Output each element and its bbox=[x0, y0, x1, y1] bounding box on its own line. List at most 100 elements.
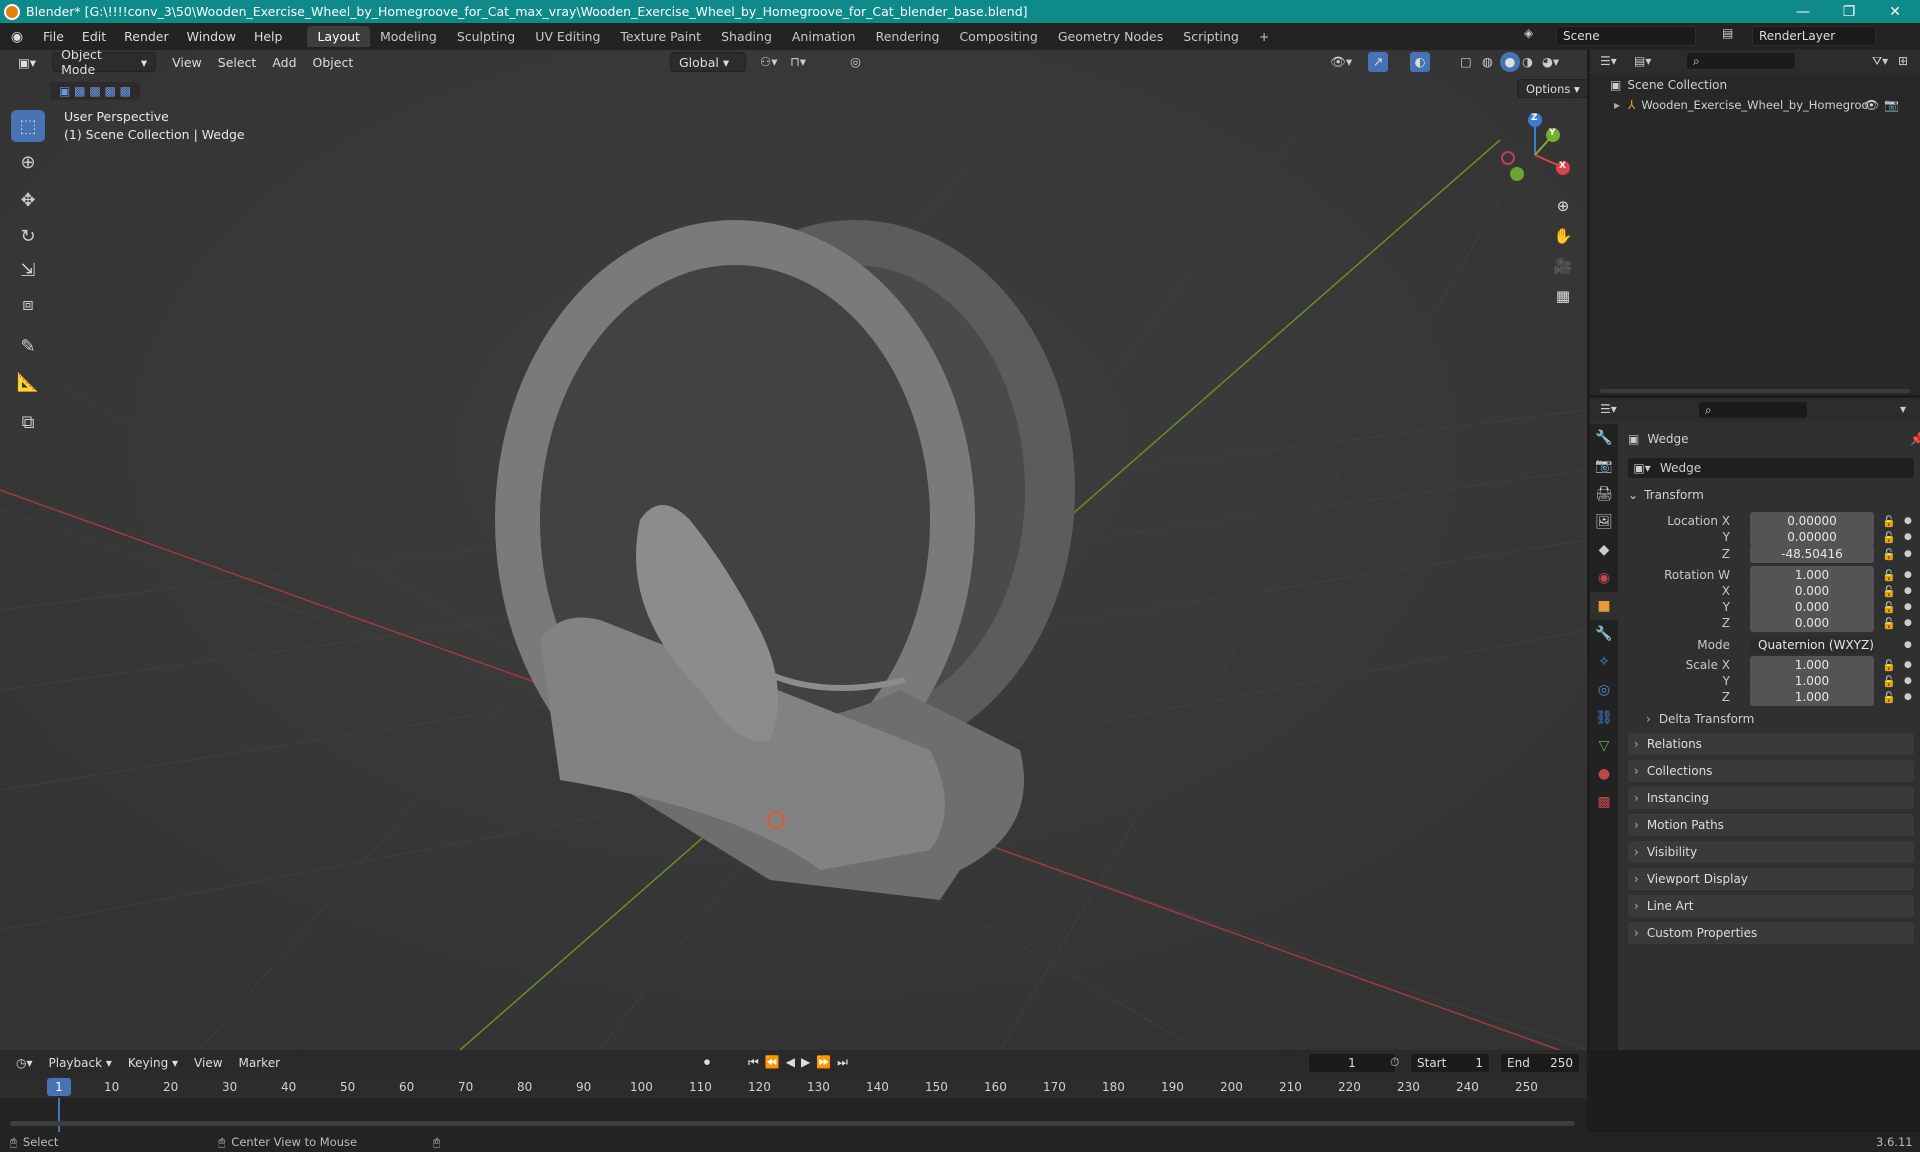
texture-tab-icon[interactable]: ▩ bbox=[1590, 788, 1618, 816]
measure-tool-icon[interactable]: 📐 bbox=[11, 366, 45, 398]
tab-uv-editing[interactable]: UV Editing bbox=[525, 26, 610, 47]
outliner-scrollbar[interactable] bbox=[1600, 389, 1910, 393]
lock-icon[interactable]: 🔓 bbox=[1882, 585, 1896, 598]
end-frame-field[interactable]: End 250 bbox=[1500, 1053, 1580, 1073]
material-tab-icon[interactable]: ● bbox=[1590, 760, 1618, 788]
lock-icon[interactable]: 🔓 bbox=[1882, 548, 1896, 561]
frame-ruler[interactable]: 1 10 20 30 40 50 60 70 80 90 100 110 120… bbox=[0, 1076, 1587, 1098]
keyframe-dot-icon[interactable]: ● bbox=[1904, 549, 1912, 559]
outliner-search-input[interactable]: ⌕ bbox=[1686, 52, 1796, 70]
lock-icon[interactable]: 🔓 bbox=[1882, 531, 1896, 544]
selection-mode-buttons[interactable]: ▣ ▩ ▩ ▩ ▩ bbox=[50, 82, 140, 100]
render-tab-icon[interactable]: 📷 bbox=[1590, 452, 1618, 480]
filter-icon[interactable]: ⛛▾ bbox=[1872, 54, 1888, 69]
menu-marker[interactable]: Marker bbox=[231, 1053, 288, 1073]
lock-icon[interactable]: 🔓 bbox=[1882, 569, 1896, 582]
menu-help[interactable]: Help bbox=[245, 29, 292, 44]
render-camera-icon[interactable]: 📷 bbox=[1884, 98, 1899, 112]
keyframe-dot-icon[interactable]: ● bbox=[1904, 676, 1912, 686]
outliner-scene-collection[interactable]: ▣ Scene Collection bbox=[1610, 78, 1727, 92]
particles-tab-icon[interactable]: ✧ bbox=[1590, 648, 1618, 676]
transform-panel-header[interactable]: ⌄ Transform bbox=[1628, 488, 1914, 502]
solid-shading-icon[interactable]: ● bbox=[1500, 52, 1520, 72]
transform-orientation-selector[interactable]: Global ▾ bbox=[670, 52, 746, 72]
pivot-icon[interactable]: ⚇▾ bbox=[760, 54, 777, 69]
pan-hand-icon[interactable]: ✋ bbox=[1550, 223, 1576, 249]
viewport-scene[interactable] bbox=[0, 50, 1587, 1050]
lock-icon[interactable]: 🔓 bbox=[1882, 691, 1896, 704]
panel-custom-properties[interactable]: › Custom Properties bbox=[1628, 922, 1914, 944]
menu-playback[interactable]: Playback ▾ bbox=[41, 1053, 120, 1073]
outliner-editor-icon[interactable]: ☰▾ bbox=[1600, 54, 1617, 68]
tab-rendering[interactable]: Rendering bbox=[866, 26, 950, 47]
expand-arrow-icon[interactable]: ▸ bbox=[1614, 98, 1620, 112]
visibility-icon[interactable]: 👁▾ bbox=[1330, 54, 1352, 70]
rotate-tool-icon[interactable]: ↻ bbox=[11, 220, 45, 252]
material-shading-icon[interactable]: ◑ bbox=[1522, 54, 1533, 69]
lock-icon[interactable]: 🔓 bbox=[1882, 617, 1896, 630]
timeline-editor-icon[interactable]: ◷▾ bbox=[8, 1053, 41, 1073]
menu-window[interactable]: Window bbox=[178, 29, 245, 44]
object-tab-icon[interactable]: ■ bbox=[1590, 592, 1618, 620]
options-button[interactable]: Options ▾ bbox=[1517, 79, 1587, 98]
keyframe-dot-icon[interactable]: ● bbox=[1904, 660, 1912, 670]
menu-edit[interactable]: Edit bbox=[73, 29, 115, 44]
visibility-eye-icon[interactable]: 👁 bbox=[1864, 98, 1879, 112]
overlay-toggle-icon[interactable]: ◐ bbox=[1410, 52, 1430, 72]
lock-icon[interactable]: 🔓 bbox=[1882, 675, 1896, 688]
properties-options-icon[interactable]: ▾ bbox=[1900, 402, 1906, 416]
menu-render[interactable]: Render bbox=[115, 29, 178, 44]
menu-file[interactable]: File bbox=[34, 29, 73, 44]
close-button[interactable]: ✕ bbox=[1872, 0, 1918, 23]
transform-tool-icon[interactable]: ⧈ bbox=[11, 288, 45, 320]
panel-relations[interactable]: › Relations bbox=[1628, 733, 1914, 755]
view-layer-tab-icon[interactable]: 🖼 bbox=[1590, 508, 1618, 536]
tab-texture-paint[interactable]: Texture Paint bbox=[610, 26, 711, 47]
tab-sculpting[interactable]: Sculpting bbox=[447, 26, 525, 47]
modifier-tab-icon[interactable]: 🔧 bbox=[1590, 620, 1618, 648]
tab-shading[interactable]: Shading bbox=[711, 26, 782, 47]
tool-tab-icon[interactable]: 🔧 bbox=[1590, 424, 1618, 452]
menu-object[interactable]: Object bbox=[305, 52, 362, 72]
scene-tab-icon[interactable]: ◆ bbox=[1590, 536, 1618, 564]
tab-modeling[interactable]: Modeling bbox=[370, 26, 447, 47]
menu-view[interactable]: View bbox=[164, 52, 210, 72]
camera-view-icon[interactable]: 🎥 bbox=[1550, 253, 1576, 279]
keyframe-dot-icon[interactable]: ● bbox=[1904, 692, 1912, 702]
playhead-marker[interactable]: 1 bbox=[47, 1078, 71, 1096]
3d-viewport[interactable]: ▣▾ Object Mode ▾ View Select Add Object … bbox=[0, 50, 1587, 1050]
stopwatch-icon[interactable]: ⏱ bbox=[1390, 1055, 1399, 1070]
menu-select[interactable]: Select bbox=[210, 52, 265, 72]
lock-icon[interactable]: 🔓 bbox=[1882, 659, 1896, 672]
proportional-edit-icon[interactable]: ◎ bbox=[850, 54, 861, 69]
panel-viewport-display[interactable]: › Viewport Display bbox=[1628, 868, 1914, 890]
rotation-z-field[interactable]: 0.000 bbox=[1750, 614, 1874, 632]
keyframe-dot-icon[interactable]: ● bbox=[1904, 618, 1912, 628]
properties-search-input[interactable]: ⌕ bbox=[1698, 401, 1808, 419]
panel-motion-paths[interactable]: › Motion Paths bbox=[1628, 814, 1914, 836]
lock-icon[interactable]: 🔓 bbox=[1882, 601, 1896, 614]
xray-icon[interactable]: ▢ bbox=[1460, 54, 1472, 69]
world-tab-icon[interactable]: ◉ bbox=[1590, 564, 1618, 592]
editor-type-icon[interactable]: ▣▾ bbox=[10, 52, 44, 72]
panel-visibility[interactable]: › Visibility bbox=[1628, 841, 1914, 863]
tab-animation[interactable]: Animation bbox=[782, 26, 866, 47]
navigation-gizmo[interactable]: Z X Y bbox=[1500, 110, 1580, 235]
keyframe-dot-icon[interactable]: ● bbox=[1904, 640, 1912, 650]
rotation-mode-select[interactable]: Quaternion (WXYZ) ⌄ bbox=[1750, 636, 1874, 670]
blender-menu-icon[interactable]: ◉ bbox=[8, 28, 26, 46]
start-frame-field[interactable]: Start 1 bbox=[1410, 1053, 1490, 1073]
tab-geometry-nodes[interactable]: Geometry Nodes bbox=[1048, 26, 1173, 47]
panel-collections[interactable]: › Collections bbox=[1628, 760, 1914, 782]
menu-add[interactable]: Add bbox=[264, 52, 304, 72]
physics-tab-icon[interactable]: ◎ bbox=[1590, 676, 1618, 704]
keyframe-dot-icon[interactable]: ● bbox=[1904, 586, 1912, 596]
scale-tool-icon[interactable]: ⇲ bbox=[11, 254, 45, 286]
select-box-tool-icon[interactable]: ⬚ bbox=[11, 110, 45, 142]
add-workspace-button[interactable]: + bbox=[1249, 26, 1279, 47]
lock-icon[interactable]: 🔓 bbox=[1882, 515, 1896, 528]
current-frame-field[interactable]: 1 bbox=[1308, 1053, 1396, 1073]
tab-layout[interactable]: Layout bbox=[307, 26, 370, 47]
wireframe-shading-icon[interactable]: ◍ bbox=[1482, 54, 1493, 69]
scene-selector[interactable]: Scene bbox=[1556, 26, 1696, 46]
